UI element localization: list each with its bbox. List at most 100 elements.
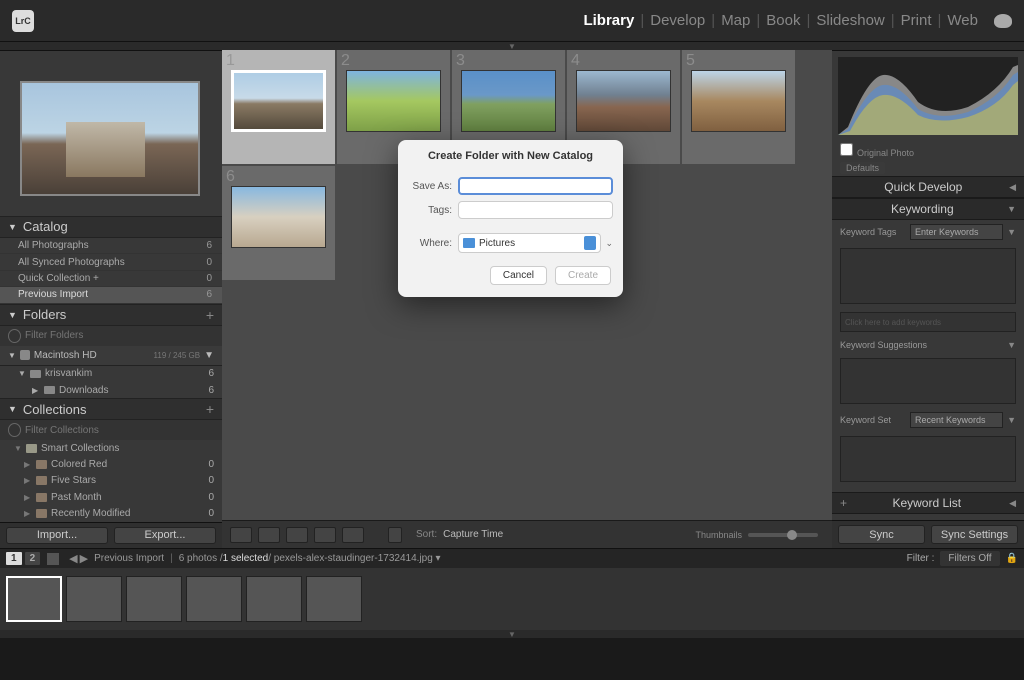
catalog-quick-collection[interactable]: Quick Collection +0 xyxy=(0,271,222,287)
nav-forward-icon[interactable]: ▶ xyxy=(80,552,88,565)
folder-icon xyxy=(30,370,41,378)
quick-develop-header[interactable]: Quick Develop ◀ xyxy=(832,176,1024,198)
keywords-textbox[interactable] xyxy=(840,248,1016,304)
save-as-label: Save As: xyxy=(408,181,452,192)
nav-back-icon[interactable]: ◀ xyxy=(69,552,77,565)
loupe-view-icon[interactable] xyxy=(258,527,280,543)
create-folder-dialog: Create Folder with New Catalog Save As: … xyxy=(398,140,623,297)
thumbnail-1[interactable]: 1 xyxy=(222,50,335,164)
module-library[interactable]: Library xyxy=(583,12,634,29)
smart-collections-group[interactable]: ▼Smart Collections xyxy=(0,440,222,456)
collection-past-month[interactable]: ▶Past Month0 xyxy=(0,489,222,505)
expand-where-icon[interactable]: ⌄ xyxy=(605,238,613,249)
disk-icon xyxy=(20,350,30,360)
catalog-previous-import[interactable]: Previous Import6 xyxy=(0,287,222,303)
filmstrip-thumb-5[interactable] xyxy=(246,576,302,622)
catalog-all-synced[interactable]: All Synced Photographs0 xyxy=(0,254,222,270)
module-slideshow[interactable]: Slideshow xyxy=(816,12,884,29)
folders-search-input[interactable] xyxy=(25,330,214,341)
collections-header[interactable]: ▼ Collections + xyxy=(0,398,222,420)
second-window-badge[interactable]: 2 xyxy=(25,552,41,565)
painter-icon[interactable] xyxy=(388,527,402,543)
catalog-header[interactable]: ▼ Catalog xyxy=(0,216,222,238)
folder-krisvankim[interactable]: ▼krisvankim6 xyxy=(0,366,222,382)
lock-icon[interactable]: 🔒 xyxy=(1006,553,1018,564)
original-photo-checkbox[interactable]: Original Photo xyxy=(832,141,1024,160)
sync-settings-button[interactable]: Sync Settings xyxy=(931,525,1018,544)
current-file[interactable]: / pexels-alex-staudinger-1732414.jpg ▾ xyxy=(268,553,440,564)
filter-dropdown[interactable]: Filters Off xyxy=(940,551,999,566)
catalog-all-photographs[interactable]: All Photographs6 xyxy=(0,238,222,254)
create-button[interactable]: Create xyxy=(555,266,611,285)
tags-input[interactable] xyxy=(458,201,613,219)
search-icon xyxy=(8,329,21,343)
collections-search[interactable] xyxy=(0,420,222,440)
chevron-down-icon: ▼ xyxy=(8,310,17,320)
folders-header[interactable]: ▼ Folders + xyxy=(0,304,222,326)
add-folder-icon[interactable]: + xyxy=(206,307,214,323)
cancel-button[interactable]: Cancel xyxy=(490,266,547,285)
add-keywords-input[interactable]: Click here to add keywords xyxy=(840,312,1016,332)
defaults-dropdown[interactable]: Defaults xyxy=(840,162,885,174)
module-web[interactable]: Web xyxy=(947,12,978,29)
filmstrip-thumb-1[interactable] xyxy=(6,576,62,622)
sync-button[interactable]: Sync xyxy=(838,525,925,544)
where-label: Where: xyxy=(408,238,452,249)
filmstrip-thumb-6[interactable] xyxy=(306,576,362,622)
grid-view-icon[interactable] xyxy=(230,527,252,543)
folders-search[interactable] xyxy=(0,326,222,346)
filmstrip-thumb-4[interactable] xyxy=(186,576,242,622)
preview-image[interactable] xyxy=(20,81,200,196)
collections-search-input[interactable] xyxy=(25,425,214,436)
filter-label: Filter : xyxy=(907,553,935,564)
chevron-down-icon[interactable]: ▼ xyxy=(1007,340,1016,350)
cloud-sync-icon[interactable] xyxy=(994,14,1012,28)
volume-macintosh-hd[interactable]: ▼ Macintosh HD 119 / 245 GB ▼ xyxy=(0,346,222,366)
export-button[interactable]: Export... xyxy=(114,527,216,544)
chevron-left-icon: ◀ xyxy=(1007,182,1016,193)
grid-icon[interactable] xyxy=(47,553,59,565)
right-panel: Original Photo Defaults Quick Develop ◀ … xyxy=(832,50,1024,548)
folder-downloads[interactable]: ▶Downloads6 xyxy=(0,382,222,398)
module-map[interactable]: Map xyxy=(721,12,750,29)
keyword-set-dropdown[interactable]: Recent Keywords xyxy=(910,412,1003,428)
thumbnail-size-slider[interactable] xyxy=(748,533,818,537)
save-as-input[interactable] xyxy=(458,177,613,195)
module-print[interactable]: Print xyxy=(901,12,932,29)
chevron-down-icon: ▼ xyxy=(14,444,22,453)
module-book[interactable]: Book xyxy=(766,12,800,29)
grid-toolbar: Sort: Capture Time Thumbnails xyxy=(222,520,832,548)
gear-icon xyxy=(36,476,47,485)
filmstrip-thumb-3[interactable] xyxy=(126,576,182,622)
keyword-set-row: Keyword Set Recent Keywords ▼ xyxy=(832,408,1024,432)
collapse-bottom-icon[interactable]: ▼ xyxy=(0,630,1024,638)
keyword-tags-dropdown[interactable]: Enter Keywords xyxy=(910,224,1003,240)
keywording-header[interactable]: Keywording ▼ xyxy=(832,198,1024,220)
filmstrip-infobar: 1 2 ◀▶ Previous Import | 6 photos / 1 se… xyxy=(0,548,1024,568)
sort-dropdown[interactable]: Capture Time xyxy=(443,529,503,540)
thumbnail-6[interactable]: 6 xyxy=(222,166,335,280)
module-develop[interactable]: Develop xyxy=(650,12,705,29)
where-dropdown[interactable]: Pictures xyxy=(458,233,601,253)
collection-five-stars[interactable]: ▶Five Stars0 xyxy=(0,473,222,489)
chevron-right-icon: ▶ xyxy=(32,386,40,395)
import-button[interactable]: Import... xyxy=(6,527,108,544)
survey-view-icon[interactable] xyxy=(314,527,336,543)
histogram[interactable] xyxy=(838,57,1018,135)
app-header: LrC Adobe Photoshop Lightroom Classic Li… xyxy=(0,0,1024,42)
collection-colored-red[interactable]: ▶Colored Red0 xyxy=(0,456,222,472)
selected-count: 1 selected xyxy=(223,553,269,564)
chevron-down-icon[interactable]: ▼ xyxy=(1007,227,1016,237)
keyword-list-header[interactable]: +Keyword List ◀ xyxy=(832,492,1024,514)
thumbnail-5[interactable]: 5 xyxy=(682,50,795,164)
main-window-badge[interactable]: 1 xyxy=(6,552,22,565)
add-collection-icon[interactable]: + xyxy=(206,401,214,417)
chevron-down-icon[interactable]: ▼ xyxy=(1007,415,1016,425)
filmstrip-thumb-2[interactable] xyxy=(66,576,122,622)
collection-recently-modified[interactable]: ▶Recently Modified0 xyxy=(0,505,222,521)
app-logo: LrC xyxy=(12,10,34,32)
people-view-icon[interactable] xyxy=(342,527,364,543)
breadcrumb-collection[interactable]: Previous Import xyxy=(94,553,164,564)
compare-view-icon[interactable] xyxy=(286,527,308,543)
collapse-top-icon[interactable]: ▼ xyxy=(0,42,1024,50)
